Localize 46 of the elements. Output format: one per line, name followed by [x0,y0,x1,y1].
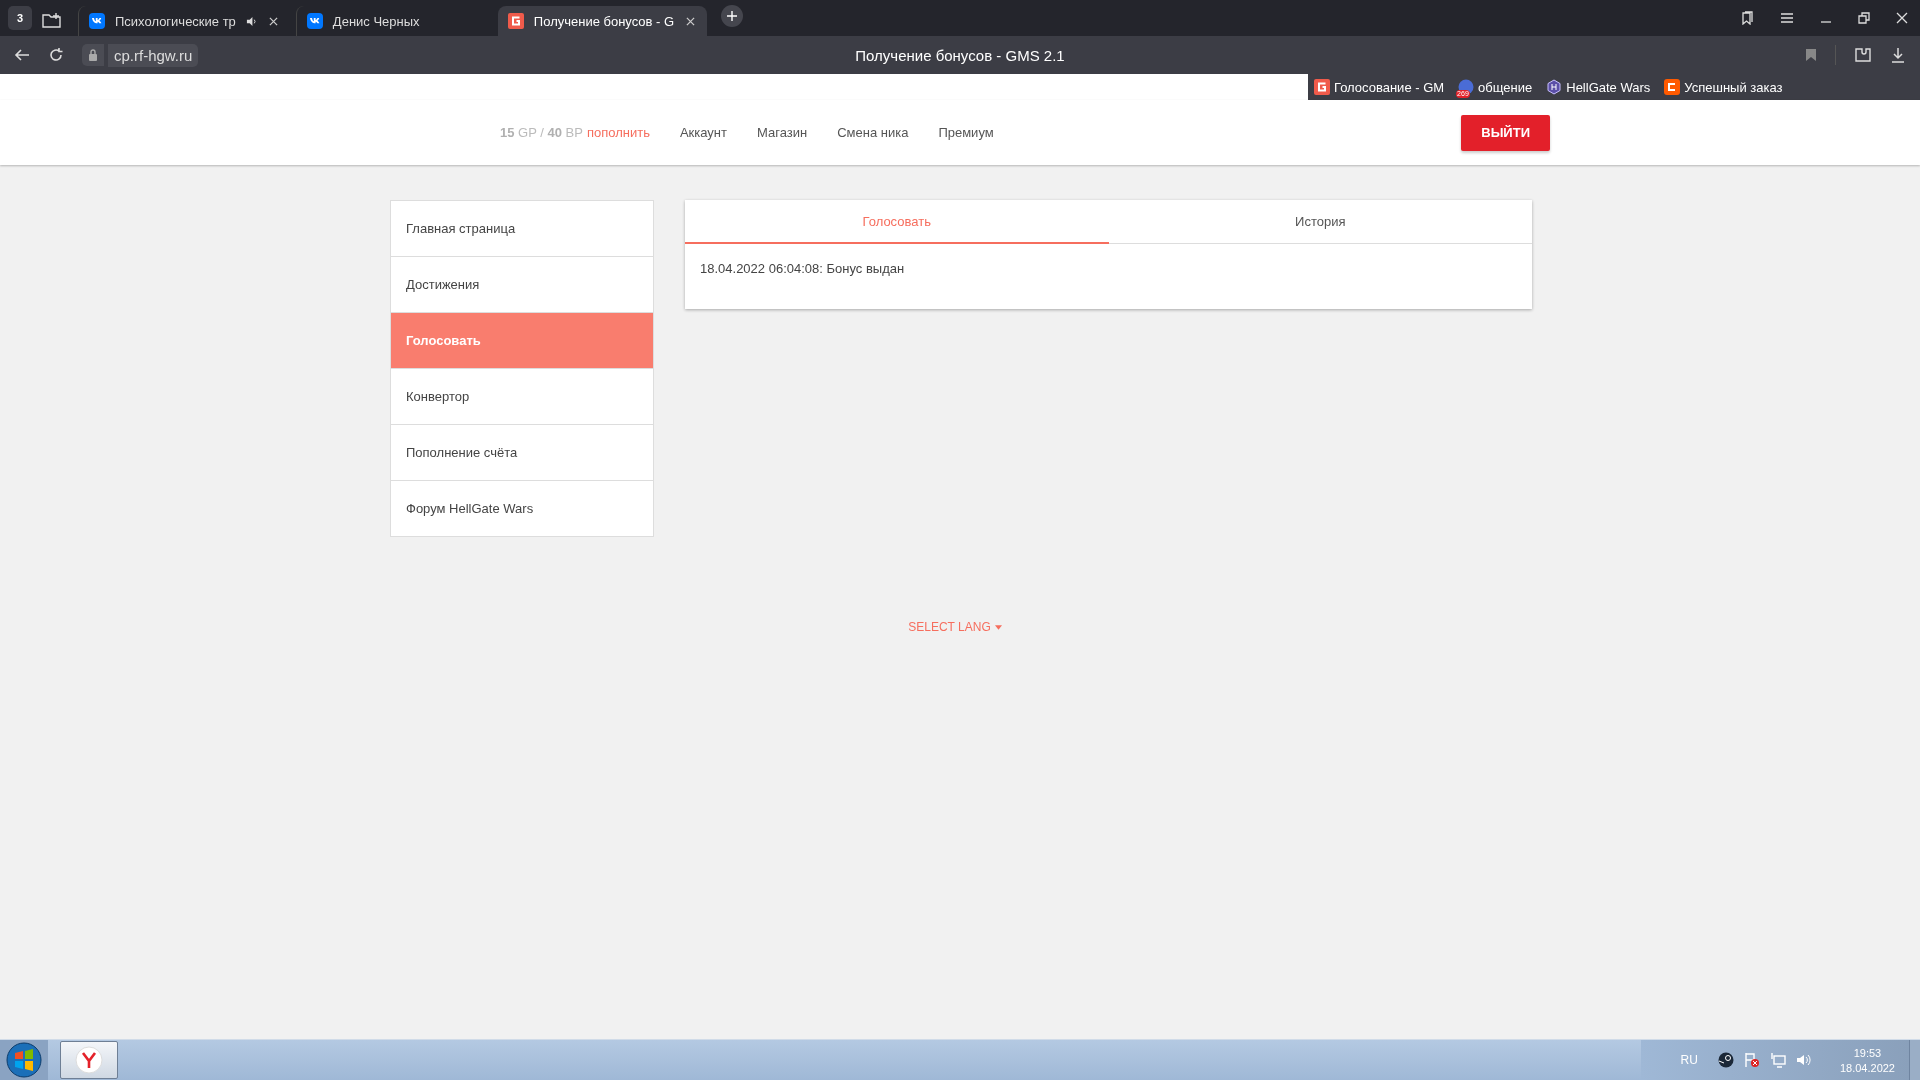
chat-bubble-icon [1458,79,1475,95]
tab-counter-button[interactable]: 3 [8,6,32,30]
log-entry: 18.04.2022 06:04:08: Бонус выдан [700,261,906,276]
hexagon-logo-icon [1546,79,1563,95]
g-logo-icon [507,13,524,29]
y-logo-icon [75,1046,103,1074]
taskbar-app-button[interactable] [60,1041,118,1079]
close-icon[interactable] [1896,12,1908,24]
lock-icon [88,49,98,61]
back-arrow-icon[interactable] [14,47,30,63]
g-logo-icon [1314,79,1330,95]
balance-text: 15 GP / 40 BP [500,125,583,140]
logout-button[interactable]: ВЫЙТИ [1461,114,1550,151]
c-logo-icon [1664,79,1681,95]
close-icon [268,16,278,26]
vk-logo-icon [89,13,105,29]
flag-error-icon[interactable] [1743,1052,1760,1068]
sidebar-item[interactable]: Главная страница [391,201,653,257]
start-button[interactable] [6,1042,42,1078]
browser-tab[interactable]: Получение бонусов - G [497,6,708,36]
url-field[interactable]: cp.rf-hgw.ru [108,43,199,67]
nav-link[interactable]: Магазин [757,125,808,140]
sidebar-item[interactable]: Конвертор [391,369,653,425]
download-icon[interactable] [1890,47,1906,63]
plus-icon [727,11,738,21]
new-tab-group-icon[interactable] [42,12,62,28]
panel-tab[interactable]: История [1108,200,1532,244]
nav-link[interactable]: Аккаунт [679,125,727,140]
close-icon [686,16,696,26]
bookmark-icon[interactable] [1805,48,1817,62]
page-title: Получение бонусов - GMS 2.1 [855,46,1065,64]
nav-link[interactable]: Смена ника [837,125,909,140]
steam-icon[interactable] [1717,1052,1734,1068]
reload-icon[interactable] [48,47,64,63]
bookmark-link[interactable]: HellGate Wars [1546,79,1651,95]
caret-icon [994,624,1002,630]
new-tab-button[interactable] [721,5,744,27]
sidebar-item[interactable]: Форум HellGate Wars [391,481,653,536]
sidebar-item[interactable]: Пополнение счёта [391,425,653,481]
restore-icon[interactable] [1858,12,1870,24]
menu-icon[interactable] [1780,11,1794,25]
collections-icon[interactable] [1740,11,1754,25]
vk-logo-icon [306,13,323,29]
bookmark-link[interactable]: Успешный заказ [1664,79,1783,95]
nav-link[interactable]: Премиум [938,125,994,140]
bookmark-link[interactable]: Голосование - GM [1314,79,1445,95]
